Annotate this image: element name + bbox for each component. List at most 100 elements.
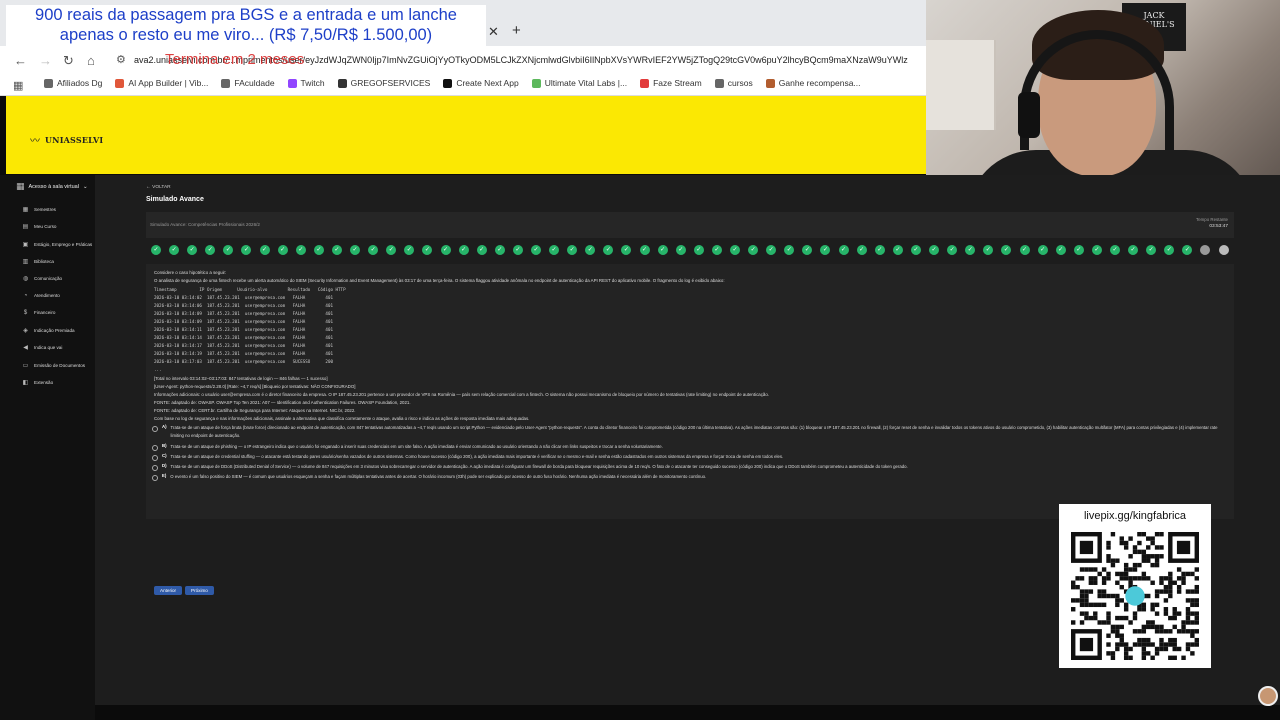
sidebar-item[interactable]: ◈ Indicação Premiada [22, 327, 74, 334]
sidebar-item[interactable]: ◧ Extensão [22, 379, 54, 386]
answered-question-dot[interactable]: ✓ [1055, 245, 1066, 255]
sidebar-header[interactable]: ▦ Acesso à sala virtual ⌄ [16, 181, 88, 192]
answered-question-dot[interactable]: ✓ [1146, 245, 1157, 255]
bookmark-item[interactable]: Create Next App [443, 78, 519, 88]
answer-option[interactable]: A) Trata-se de um ataque de força bruta (… [152, 424, 1227, 440]
answered-question-dot[interactable]: ✓ [657, 245, 668, 255]
answer-option[interactable]: D) Trata-se de um ataque de DDoS (Distrib… [152, 463, 1227, 471]
answered-question-dot[interactable]: ✓ [476, 245, 487, 255]
answered-question-dot[interactable]: ✓ [874, 245, 885, 255]
radio-button[interactable] [152, 475, 158, 481]
radio-button[interactable] [152, 445, 158, 451]
answered-question-dot[interactable]: ✓ [892, 245, 903, 255]
sidebar-item[interactable]: ▥ Biblioteca [22, 258, 54, 265]
answered-question-dot[interactable]: ✓ [1037, 245, 1048, 255]
answered-question-dot[interactable]: ✓ [1091, 245, 1102, 255]
answered-question-dot[interactable]: ✓ [1182, 245, 1193, 255]
answered-question-dot[interactable]: ✓ [368, 245, 379, 255]
answered-question-dot[interactable]: ✓ [820, 245, 831, 255]
answered-question-dot[interactable]: ✓ [458, 245, 469, 255]
answered-question-dot[interactable]: ✓ [730, 245, 740, 255]
answered-question-dot[interactable]: ✓ [205, 245, 216, 255]
new-tab-icon[interactable]: + [512, 22, 521, 39]
answered-question-dot[interactable]: ✓ [748, 245, 759, 255]
answered-question-dot[interactable]: ✓ [802, 245, 813, 255]
answered-question-dot[interactable]: ✓ [422, 245, 433, 255]
avatar[interactable] [1258, 686, 1278, 706]
answered-question-dot[interactable]: ✓ [983, 245, 994, 255]
back-arrow-icon[interactable]: ← [14, 53, 27, 68]
answered-question-dot[interactable]: ✓ [494, 245, 505, 255]
radio-button[interactable] [152, 455, 158, 461]
sidebar-item[interactable]: ◀ Indica que vai [22, 344, 62, 351]
answered-question-dot[interactable]: ✓ [675, 245, 686, 255]
bookmark-item[interactable]: GREGOFSERVICES [337, 78, 430, 88]
bookmark-item[interactable]: AI App Builder | Vib... [115, 78, 208, 88]
site-settings-icon[interactable]: ⚙ [116, 53, 126, 66]
sidebar-item[interactable]: ▦ Semestres [22, 206, 56, 213]
answered-question-dot[interactable]: ✓ [711, 245, 722, 255]
home-icon[interactable]: ⌂ [87, 53, 95, 68]
answered-question-dot[interactable]: ✓ [585, 245, 596, 255]
answered-question-dot[interactable]: ✓ [965, 245, 976, 255]
bookmark-item[interactable]: Ultimate Vital Labs |... [531, 78, 627, 88]
bookmark-item[interactable]: Faze Stream [640, 78, 702, 88]
reload-icon[interactable]: ↻ [63, 53, 74, 69]
unanswered-question-dot[interactable] [1200, 245, 1211, 255]
unanswered-question-dot[interactable] [1218, 245, 1229, 255]
answered-question-dot[interactable]: ✓ [621, 245, 632, 255]
answered-question-dot[interactable]: ✓ [603, 245, 614, 255]
bookmark-item[interactable]: cursos [714, 78, 753, 88]
answered-question-dot[interactable]: ✓ [1164, 245, 1175, 255]
answered-question-dot[interactable]: ✓ [1109, 245, 1120, 255]
next-button[interactable]: Próximo [185, 586, 214, 595]
sidebar-item[interactable]: ▤ Meu Curso [22, 223, 57, 230]
answer-option[interactable]: C) Trata-se de um ataque de credential st… [152, 453, 1227, 461]
bookmark-item[interactable]: FAculdade [221, 78, 275, 88]
radio-button[interactable] [152, 465, 158, 471]
sidebar-item[interactable]: ◔ Atendimento [22, 293, 60, 299]
answered-question-dot[interactable]: ✓ [187, 245, 198, 255]
answered-question-dot[interactable]: ✓ [313, 245, 324, 255]
answered-question-dot[interactable]: ✓ [151, 245, 161, 255]
answered-question-dot[interactable]: ✓ [512, 245, 523, 255]
bookmark-item[interactable]: Twitch [287, 78, 325, 88]
sidebar-item[interactable]: ◍ Comunicação [22, 275, 62, 282]
sidebar-item[interactable]: $ Financeiro [22, 310, 56, 316]
answered-question-dot[interactable]: ✓ [1019, 245, 1030, 255]
apps-grid-icon[interactable]: ▦ [13, 79, 23, 92]
answered-question-dot[interactable]: ✓ [1073, 245, 1084, 255]
forward-arrow-icon[interactable]: → [39, 53, 52, 68]
bookmark-item[interactable]: Ganhe recompensa... [765, 78, 861, 88]
answered-question-dot[interactable]: ✓ [910, 245, 921, 255]
previous-button[interactable]: Anterior [154, 586, 183, 595]
answered-question-dot[interactable]: ✓ [838, 245, 849, 255]
answered-question-dot[interactable]: ✓ [440, 245, 451, 255]
answered-question-dot[interactable]: ✓ [693, 245, 704, 255]
answered-question-dot[interactable]: ✓ [639, 245, 650, 255]
answered-question-dot[interactable]: ✓ [350, 245, 361, 255]
answered-question-dot[interactable]: ✓ [929, 245, 940, 255]
sidebar-item[interactable]: ▭ Emissão de Documentos [22, 362, 85, 369]
answered-question-dot[interactable]: ✓ [947, 245, 958, 255]
radio-button[interactable] [152, 426, 158, 432]
sidebar-item[interactable]: ▣ Estágio, Emprego e Práticas [22, 241, 93, 248]
answered-question-dot[interactable]: ✓ [331, 245, 342, 255]
answered-question-dot[interactable]: ✓ [169, 245, 180, 255]
answered-question-dot[interactable]: ✓ [549, 245, 560, 255]
answered-question-dot[interactable]: ✓ [1001, 245, 1012, 255]
answer-option[interactable]: B) Trata-se de um ataque de phishing — o … [152, 443, 1227, 451]
answered-question-dot[interactable]: ✓ [295, 245, 306, 255]
uniasselvi-logo[interactable]: 〰 UNIASSELVI [30, 132, 103, 148]
answered-question-dot[interactable]: ✓ [277, 245, 288, 255]
answered-question-dot[interactable]: ✓ [404, 245, 415, 255]
back-link[interactable]: ← VOLTAR [146, 185, 171, 190]
answered-question-dot[interactable]: ✓ [241, 245, 252, 255]
answered-question-dot[interactable]: ✓ [784, 245, 795, 255]
close-tab-icon[interactable]: ✕ [488, 24, 499, 40]
answered-question-dot[interactable]: ✓ [856, 245, 867, 255]
answered-question-dot[interactable]: ✓ [223, 245, 234, 255]
answer-option[interactable]: E) O evento é um falso positivo do SIEM —… [152, 473, 1227, 481]
bookmark-item[interactable]: Afiliados Dg [44, 78, 102, 88]
answered-question-dot[interactable]: ✓ [386, 245, 397, 255]
